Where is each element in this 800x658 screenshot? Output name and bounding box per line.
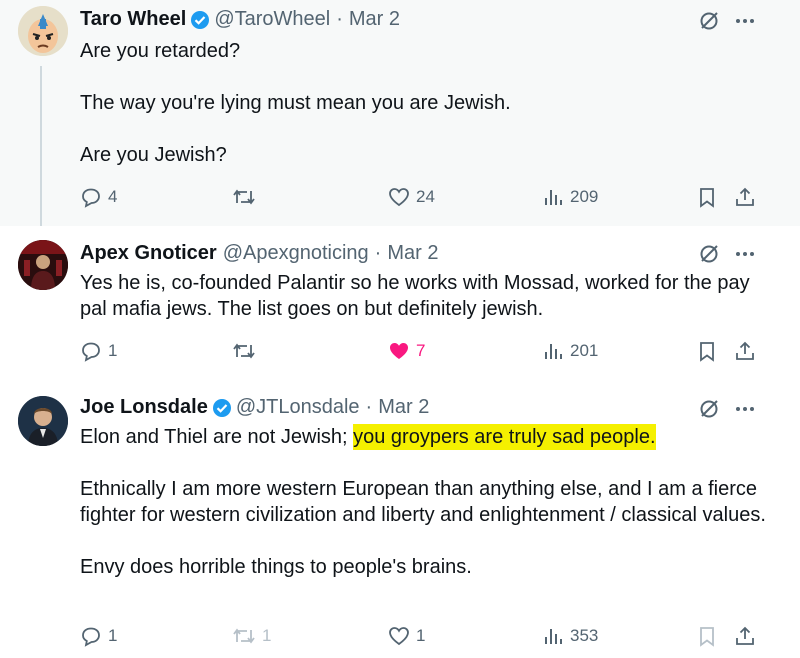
avatar-cartoon-icon: [18, 6, 68, 56]
display-name[interactable]: Taro Wheel: [80, 8, 186, 31]
views-icon: [545, 190, 562, 205]
reply-count: 1: [108, 626, 118, 645]
separator-dot: ·: [365, 396, 373, 418]
tweet-text-plain: Elon and Thiel are not Jewish;: [80, 426, 354, 448]
retweet-button[interactable]: 1: [232, 625, 271, 647]
bookmark-icon: [700, 627, 714, 647]
views-count: 201: [570, 341, 599, 360]
retweet-icon: [233, 189, 255, 205]
more-dots-icon[interactable]: [734, 398, 756, 425]
bookmark-button[interactable]: [696, 186, 718, 208]
like-count: 7: [416, 341, 426, 360]
verified-badge-icon: [190, 10, 210, 30]
grok-slash-icon[interactable]: [698, 10, 720, 37]
retweet-button[interactable]: [232, 340, 262, 362]
user-handle[interactable]: @TaroWheel: [214, 8, 330, 31]
tweet-body: Yes he is, co-founded Palantir so he wor…: [80, 270, 770, 322]
tweet-body: Are you retarded? The way you're lying m…: [80, 38, 770, 168]
tweet-header: Taro Wheel @TaroWheel · Mar 2: [80, 8, 400, 31]
share-icon: [736, 187, 754, 206]
share-button[interactable]: [734, 340, 756, 362]
like-icon: [389, 188, 409, 207]
tweet-top-icons: [698, 10, 756, 37]
reply-icon: [82, 627, 100, 647]
views-button[interactable]: 353: [542, 625, 598, 647]
reply-icon: [82, 342, 100, 362]
highlighted-text: you groypers are truly sad people.: [353, 424, 656, 450]
tweet-date[interactable]: Mar 2: [349, 8, 400, 31]
like-button[interactable]: 1: [388, 625, 425, 647]
bookmark-icon: [700, 342, 714, 362]
more-dots-icon[interactable]: [734, 243, 756, 270]
views-count: 209: [570, 187, 599, 206]
user-handle[interactable]: @JTLonsdale: [236, 396, 360, 419]
tweet-paragraph: Ethnically I am more western European th…: [80, 478, 766, 526]
retweet-icon: [233, 628, 255, 644]
separator-dot: ·: [336, 8, 343, 30]
tweet-apex-gnoticer[interactable]: Apex Gnoticer @Apexgnoticing · Mar 2 Yes…: [0, 226, 800, 374]
like-icon: [389, 627, 409, 646]
like-icon-filled: [390, 343, 408, 359]
tweet-actions: 1 7 201: [80, 338, 756, 364]
bookmark-button[interactable]: [696, 340, 718, 362]
like-count: 24: [416, 187, 435, 206]
share-icon: [736, 341, 754, 360]
tweet-paragraph: Yes he is, co-founded Palantir so he wor…: [80, 272, 750, 320]
tweet-taro-wheel[interactable]: Taro Wheel @TaroWheel · Mar 2 Are you re…: [0, 0, 800, 226]
views-count: 353: [570, 626, 599, 645]
verified-badge-icon: [212, 398, 232, 418]
avatar-taro-wheel[interactable]: [18, 6, 68, 56]
like-button[interactable]: 7: [388, 340, 425, 362]
avatar-apex-gnoticer[interactable]: [18, 240, 68, 290]
avatar-photo-icon: [18, 396, 68, 446]
retweet-icon: [233, 343, 255, 359]
tweet-paragraph: Elon and Thiel are not Jewish; you groyp…: [80, 424, 770, 450]
like-count: 1: [416, 626, 426, 645]
display-name[interactable]: Apex Gnoticer: [80, 242, 217, 265]
views-icon: [545, 344, 562, 359]
tweet-actions: 1 1 1 353: [80, 623, 756, 649]
reply-button[interactable]: 1: [80, 625, 117, 647]
tweet-paragraph: The way you're lying must mean you are J…: [80, 92, 511, 114]
bookmark-button[interactable]: [696, 625, 718, 647]
tweet-top-icons: [698, 398, 756, 425]
tweet-actions: 4 24 209: [80, 184, 756, 210]
views-button[interactable]: 209: [542, 186, 598, 208]
bookmark-icon: [700, 188, 714, 208]
grok-slash-icon[interactable]: [698, 243, 720, 270]
views-button[interactable]: 201: [542, 340, 598, 362]
share-button[interactable]: [734, 186, 756, 208]
share-button[interactable]: [734, 625, 756, 647]
reply-button[interactable]: 1: [80, 340, 117, 362]
tweet-header: Joe Lonsdale @JTLonsdale · Mar 2: [80, 396, 429, 419]
grok-slash-icon[interactable]: [698, 398, 720, 425]
reply-button[interactable]: 4: [80, 186, 117, 208]
tweet-paragraph: Are you Jewish?: [80, 144, 227, 166]
thread-line: [40, 66, 42, 226]
views-icon: [545, 629, 562, 644]
tweet-body: Elon and Thiel are not Jewish; you groyp…: [80, 424, 770, 580]
reply-count: 1: [108, 341, 118, 360]
tweet-joe-lonsdale[interactable]: Joe Lonsdale @JTLonsdale · Mar 2 Elon an…: [0, 374, 800, 658]
tweet-header: Apex Gnoticer @Apexgnoticing · Mar 2: [80, 242, 438, 265]
retweet-count: 1: [262, 626, 272, 645]
avatar-photo-icon: [18, 240, 68, 290]
tweet-paragraph: Envy does horrible things to people's br…: [80, 556, 472, 578]
tweet-date[interactable]: Mar 2: [378, 396, 429, 419]
tweet-paragraph: Are you retarded?: [80, 40, 241, 62]
tweet-date[interactable]: Mar 2: [387, 242, 438, 265]
user-handle[interactable]: @Apexgnoticing: [223, 242, 369, 265]
display-name[interactable]: Joe Lonsdale: [80, 396, 208, 419]
tweet-top-icons: [698, 243, 756, 270]
reply-icon: [82, 188, 100, 208]
more-dots-icon[interactable]: [734, 10, 756, 37]
avatar-joe-lonsdale[interactable]: [18, 396, 68, 446]
reply-count: 4: [108, 187, 118, 206]
separator-dot: ·: [374, 242, 382, 264]
retweet-button[interactable]: [232, 186, 262, 208]
like-button[interactable]: 24: [388, 186, 435, 208]
share-icon: [736, 626, 754, 645]
